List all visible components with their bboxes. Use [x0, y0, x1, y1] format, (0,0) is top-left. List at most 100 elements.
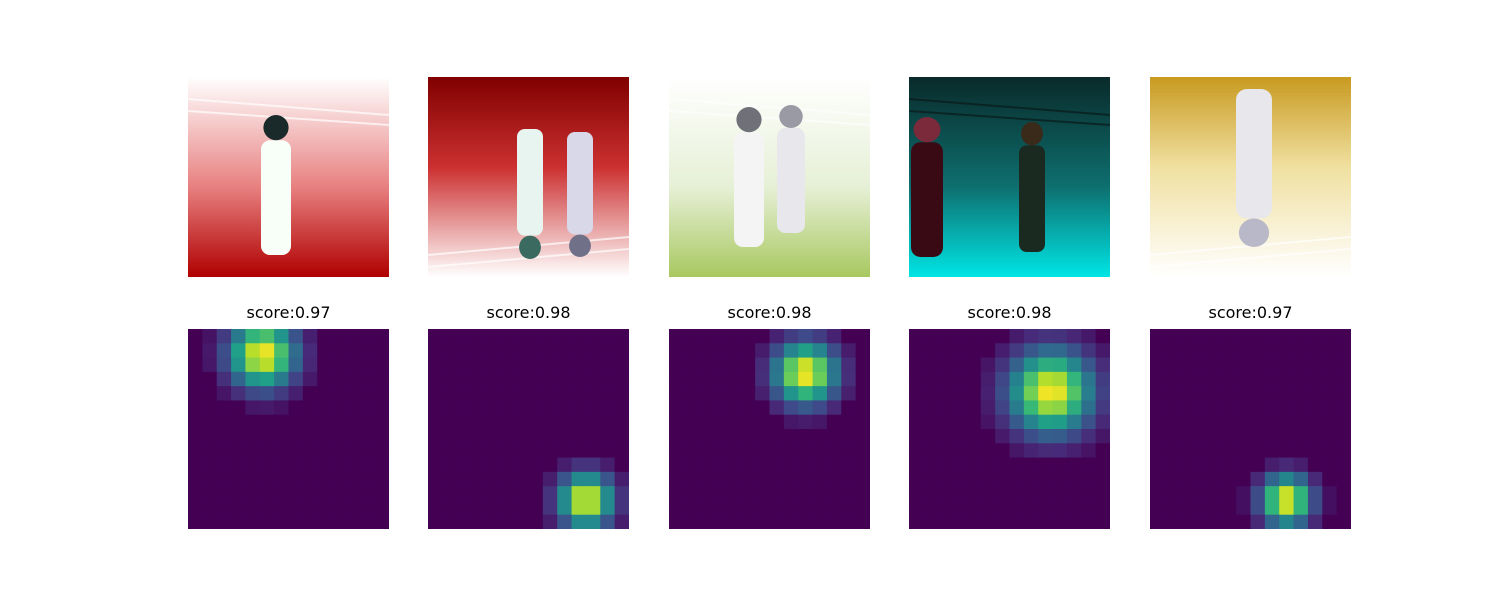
heatmap-cell — [1336, 400, 1351, 416]
heatmap-cell — [1322, 514, 1338, 529]
heatmap-cell — [614, 514, 629, 529]
heatmap-cell — [1009, 386, 1025, 402]
heatmap-cell — [740, 414, 756, 430]
heatmap-cell — [542, 514, 558, 529]
heatmap-cell — [755, 471, 771, 487]
heatmap-cell — [1236, 443, 1252, 459]
heatmap-cell — [188, 329, 203, 344]
heatmap-cell — [1307, 386, 1323, 402]
heatmap-panel-4 — [909, 329, 1110, 529]
heatmap-cell — [374, 414, 389, 430]
heatmap-cell — [1307, 457, 1323, 473]
heatmap-cell — [245, 471, 261, 487]
heatmap-cell — [202, 429, 218, 444]
heatmap-cell — [1066, 471, 1082, 487]
heatmap-cell — [514, 400, 530, 416]
heatmap-cell — [231, 457, 247, 473]
heatmap-cell — [216, 386, 232, 402]
heatmap-cell — [1178, 500, 1194, 516]
heatmap-cell — [600, 429, 616, 444]
heatmap-cell — [755, 400, 771, 416]
heatmap-cell — [937, 343, 953, 359]
heatmap-cell — [471, 371, 487, 387]
heatmap-cell — [1250, 400, 1266, 416]
heatmap-cell — [442, 357, 458, 373]
heatmap-cell — [259, 357, 275, 373]
heatmap-cell — [288, 500, 304, 516]
heatmap-cell — [585, 400, 601, 416]
heatmap-cell — [841, 486, 857, 502]
heatmap-cell — [812, 357, 828, 373]
heatmap-cell — [428, 343, 443, 359]
heatmap-title-3: score:0.98 — [727, 303, 812, 322]
heatmap-cell — [1052, 400, 1068, 416]
heatmap-cell — [1178, 329, 1194, 344]
heatmap-cell — [1095, 514, 1110, 529]
heatmap-cell — [428, 329, 443, 344]
heatmap-cell — [216, 443, 232, 459]
heatmap-cell — [1178, 457, 1194, 473]
heatmap-cell — [1150, 471, 1165, 487]
heatmap-cell — [1293, 514, 1309, 529]
heatmap-cell — [1221, 343, 1237, 359]
heatmap-cell — [1038, 429, 1054, 444]
heatmap-cell — [826, 443, 842, 459]
heatmap-cell — [1264, 500, 1280, 516]
heatmap-cell — [345, 343, 361, 359]
heatmap-cell — [1081, 386, 1097, 402]
heatmap-cell — [1052, 357, 1068, 373]
heatmap-cell — [1150, 371, 1165, 387]
heatmap-cell — [231, 514, 247, 529]
heatmap-cell — [1023, 371, 1039, 387]
heatmap-cell — [740, 329, 756, 344]
heatmap-cell — [995, 443, 1011, 459]
heatmap-cell — [769, 400, 785, 416]
heatmap-cell — [812, 429, 828, 444]
heatmap-cell — [499, 400, 515, 416]
heatmap-cell — [923, 414, 939, 430]
heatmap-cell — [471, 386, 487, 402]
heatmap-cell — [755, 457, 771, 473]
heatmap-cell — [360, 386, 376, 402]
heatmap-cell — [1221, 457, 1237, 473]
heatmap-cell — [1293, 429, 1309, 444]
heatmap-cell — [683, 386, 699, 402]
heatmap-cell — [1178, 514, 1194, 529]
heatmap-cell — [1066, 486, 1082, 502]
heatmap-cell — [1009, 400, 1025, 416]
heatmap-cell — [485, 414, 501, 430]
heatmap-cell — [471, 329, 487, 344]
heatmap-cell — [302, 329, 318, 344]
heatmap-cell — [980, 514, 996, 529]
heatmap-cell — [812, 471, 828, 487]
heatmap-cell — [812, 400, 828, 416]
heatmap-cell — [428, 386, 443, 402]
heatmap-cell — [331, 500, 347, 516]
heatmap-cell — [769, 357, 785, 373]
heatmap-cell — [317, 357, 333, 373]
heatmap-cell — [909, 371, 924, 387]
heatmap-cell — [1023, 329, 1039, 344]
heatmap-cell — [1207, 371, 1223, 387]
heatmap-cell — [712, 486, 728, 502]
heatmap-cell — [1081, 457, 1097, 473]
heatmap-cell — [360, 500, 376, 516]
heatmap-cell — [1207, 329, 1223, 344]
heatmap-cell — [923, 500, 939, 516]
heatmap-cell — [1052, 457, 1068, 473]
heatmap-cell — [740, 371, 756, 387]
heatmap-cell — [514, 414, 530, 430]
heatmap-cell — [937, 500, 953, 516]
heatmap-cell — [542, 486, 558, 502]
heatmap-cell — [614, 486, 629, 502]
heatmap-cell — [966, 443, 982, 459]
heatmap-cell — [841, 429, 857, 444]
heatmap-cell — [557, 500, 573, 516]
heatmap-cell — [259, 471, 275, 487]
heatmap-cell — [600, 486, 616, 502]
heatmap-cell — [769, 457, 785, 473]
heatmap-cell — [1164, 343, 1180, 359]
heatmap-cell — [1293, 386, 1309, 402]
heatmap-cell — [442, 386, 458, 402]
heatmap-cell — [585, 371, 601, 387]
